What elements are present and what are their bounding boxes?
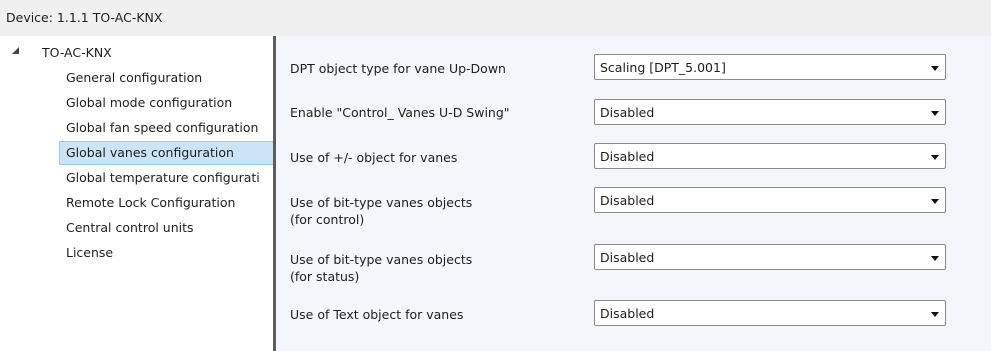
parameter-tree: TO-AC-KNX General configuration Global m… — [0, 36, 273, 351]
bit-type-control-select[interactable]: Disabled — [594, 187, 946, 213]
text-object-select[interactable]: Disabled — [594, 300, 946, 326]
tree-root-to-ac-knx[interactable]: TO-AC-KNX — [0, 44, 273, 64]
param-label-line1: Use of bit-type vanes objects — [290, 252, 473, 267]
tree-item-global-vanes-configuration[interactable]: Global vanes configuration — [59, 141, 273, 165]
chevron-down-icon — [931, 312, 939, 317]
parameter-panel: DPT object type for vane Up-Down Scaling… — [276, 36, 991, 351]
tree-item-label: Central control units — [66, 220, 194, 235]
param-label: Use of bit-type vanes objects (for contr… — [290, 194, 472, 228]
param-label-line1: Use of bit-type vanes objects — [290, 195, 473, 210]
tree-item-license[interactable]: License — [60, 242, 273, 264]
select-value: Disabled — [600, 149, 655, 164]
chevron-down-icon — [931, 199, 939, 204]
tree-item-label: Global vanes configuration — [66, 145, 234, 160]
tree-item-label: Global mode configuration — [66, 95, 233, 110]
select-value: Scaling [DPT_5.001] — [600, 60, 726, 75]
param-label: Use of Text object for vanes — [290, 307, 464, 322]
tree-item-label: Global temperature configurati — [66, 170, 260, 185]
control-vanes-swing-select[interactable]: Disabled — [594, 99, 946, 125]
param-label: DPT object type for vane Up-Down — [290, 61, 506, 76]
select-value: Disabled — [600, 306, 655, 321]
param-label: Enable "Control_ Vanes U-D Swing" — [290, 105, 510, 120]
dpt-vane-up-down-select[interactable]: Scaling [DPT_5.001] — [594, 54, 946, 80]
tree-item-global-mode-configuration[interactable]: Global mode configuration — [60, 92, 273, 114]
bit-type-status-select[interactable]: Disabled — [594, 244, 946, 270]
device-header: Device: 1.1.1 TO-AC-KNX — [0, 0, 991, 36]
tree-root-label: TO-AC-KNX — [42, 45, 112, 60]
tree-item-global-temperature-configuration[interactable]: Global temperature configurati — [60, 167, 273, 189]
param-label: Use of +/- object for vanes — [290, 150, 458, 165]
tree-item-label: Global fan speed configuration — [66, 120, 259, 135]
device-title: Device: 1.1.1 TO-AC-KNX — [6, 10, 163, 25]
param-label-line2: (for control) — [290, 212, 365, 227]
tree-item-global-fan-speed-configuration[interactable]: Global fan speed configuration — [60, 117, 273, 139]
param-label: Use of bit-type vanes objects (for statu… — [290, 251, 472, 285]
chevron-down-icon — [931, 256, 939, 261]
select-value: Disabled — [600, 193, 655, 208]
select-value: Disabled — [600, 250, 655, 265]
tree-item-remote-lock-configuration[interactable]: Remote Lock Configuration — [60, 192, 273, 214]
expand-collapse-icon[interactable] — [12, 47, 19, 54]
plus-minus-object-select[interactable]: Disabled — [594, 143, 946, 169]
chevron-down-icon — [931, 155, 939, 160]
tree-item-central-control-units[interactable]: Central control units — [60, 217, 273, 239]
tree-item-general-configuration[interactable]: General configuration — [60, 67, 273, 89]
tree-item-label: General configuration — [66, 70, 203, 85]
chevron-down-icon — [931, 111, 939, 116]
param-label-line2: (for status) — [290, 269, 360, 284]
tree-item-label: Remote Lock Configuration — [66, 195, 236, 210]
chevron-down-icon — [931, 66, 939, 71]
select-value: Disabled — [600, 105, 655, 120]
tree-item-label: License — [66, 245, 114, 260]
